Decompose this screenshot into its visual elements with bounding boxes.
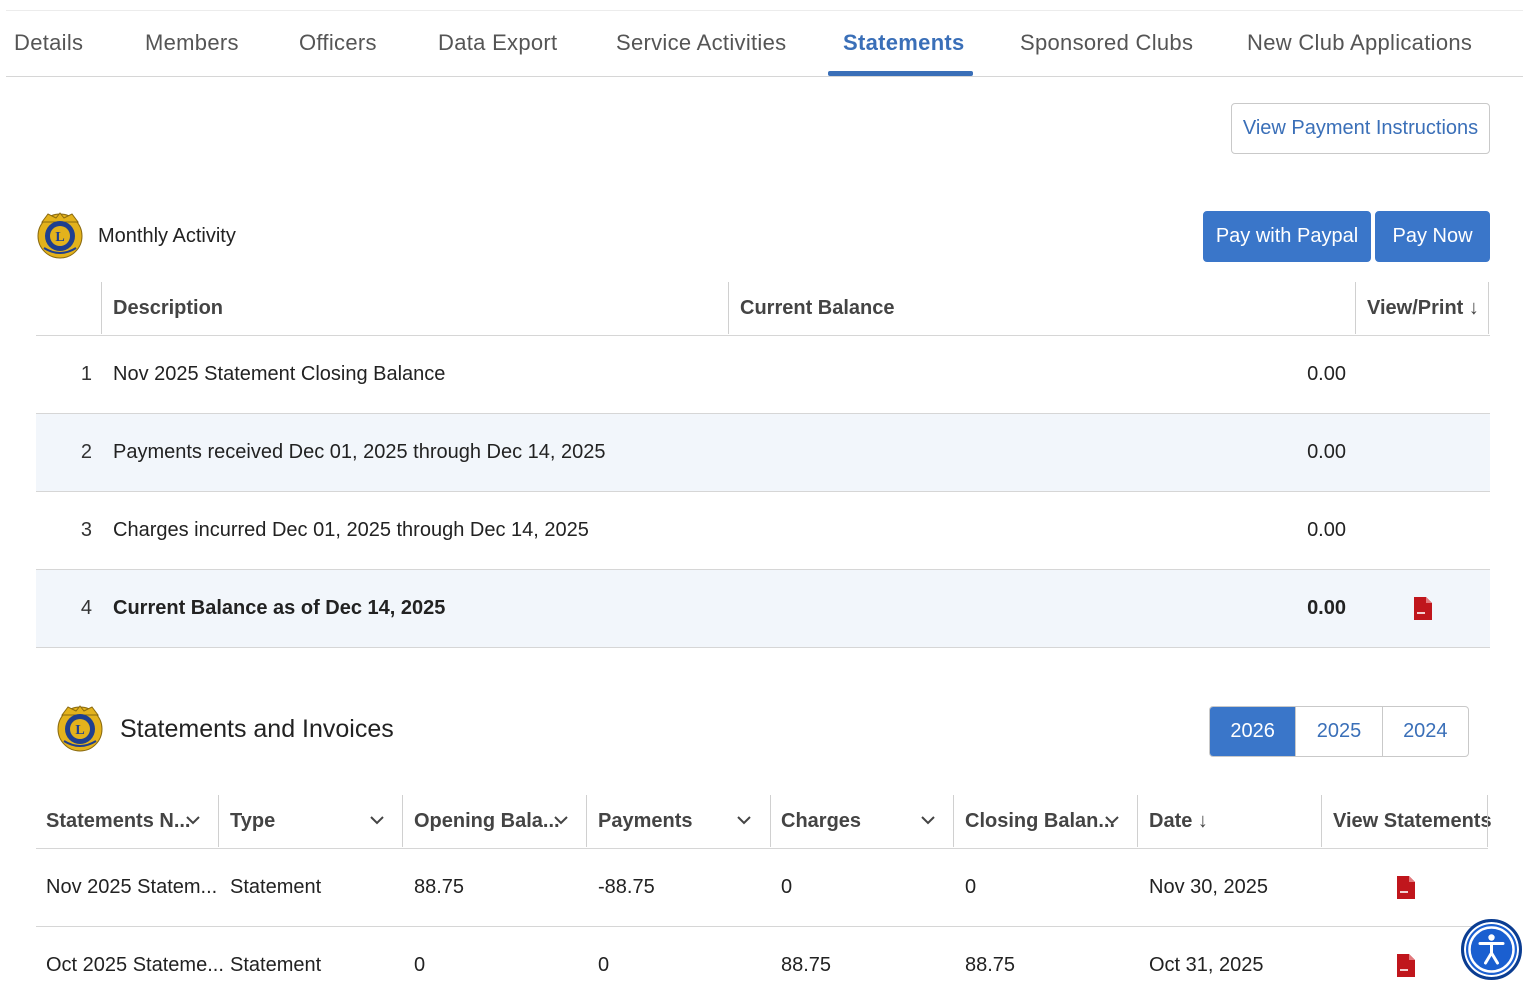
- cell-payments: 0: [598, 954, 610, 976]
- pdf-file-icon[interactable]: [1414, 597, 1432, 620]
- monthly-activity-table: Description Current Balance View/Print ↓…: [36, 282, 1490, 648]
- tab-officers[interactable]: Officers: [299, 11, 377, 77]
- cell-payments: -88.75: [598, 876, 655, 898]
- pay-with-paypal-button[interactable]: Pay with Paypal: [1203, 211, 1371, 262]
- column-divider: [770, 795, 771, 847]
- column-header-view-print[interactable]: View/Print ↓: [1367, 282, 1479, 334]
- column-divider: [101, 282, 102, 334]
- row-description: Nov 2025 Statement Closing Balance: [113, 363, 446, 385]
- row-number: 1: [80, 363, 92, 385]
- tab-statements[interactable]: Statements: [843, 11, 965, 77]
- cell-charges: 88.75: [781, 954, 832, 976]
- chevron-down-icon[interactable]: [370, 813, 384, 827]
- chevron-down-icon[interactable]: [737, 813, 751, 827]
- column-header-description[interactable]: Description: [113, 282, 223, 334]
- column-divider: [218, 795, 219, 847]
- pay-now-button[interactable]: Pay Now: [1375, 211, 1490, 262]
- table-row: 2 Payments received Dec 01, 2025 through…: [36, 414, 1490, 492]
- row-balance: 0.00: [1307, 441, 1346, 463]
- tab-service-activities[interactable]: Service Activities: [616, 11, 786, 77]
- column-divider: [402, 795, 403, 847]
- lions-logo-icon: [56, 703, 104, 755]
- cell-opening-balance: 88.75: [414, 876, 465, 898]
- table-row: 4 Current Balance as of Dec 14, 2025 0.0…: [36, 570, 1490, 648]
- monthly-activity-header: Monthly Activity: [36, 210, 236, 262]
- row-number: 3: [80, 519, 92, 541]
- column-divider: [1137, 795, 1138, 847]
- chevron-down-icon[interactable]: [921, 813, 935, 827]
- table-row: 3 Charges incurred Dec 01, 2025 through …: [36, 492, 1490, 570]
- column-divider: [1487, 795, 1488, 847]
- table-header: Description Current Balance View/Print ↓: [36, 282, 1490, 336]
- column-header-date[interactable]: Date ↓: [1149, 795, 1208, 847]
- column-header-current-balance[interactable]: Current Balance: [740, 282, 895, 334]
- table-row: Oct 2025 Stateme... Statement 0 0 88.75 …: [36, 927, 1488, 985]
- cell-statement-name: Nov 2025 Statem...: [46, 876, 218, 898]
- statements-invoices-title: Statements and Invoices: [120, 714, 394, 743]
- year-button-2026[interactable]: 2026: [1210, 707, 1296, 756]
- column-divider: [953, 795, 954, 847]
- cell-statement-name: Oct 2025 Stateme...: [46, 954, 224, 976]
- cell-closing-balance: 0: [965, 876, 977, 898]
- table-row: Nov 2025 Statem... Statement 88.75 -88.7…: [36, 849, 1488, 927]
- chevron-down-icon[interactable]: [186, 813, 200, 827]
- accessibility-button[interactable]: [1461, 919, 1522, 980]
- tab-new-club-applications[interactable]: New Club Applications: [1247, 11, 1472, 77]
- cell-closing-balance: 88.75: [965, 954, 1016, 976]
- row-balance: 0.00: [1307, 519, 1346, 541]
- column-divider: [1488, 282, 1489, 334]
- row-description: Charges incurred Dec 01, 2025 through De…: [113, 519, 589, 541]
- accessibility-icon: [1468, 926, 1515, 973]
- active-tab-indicator: [828, 71, 973, 76]
- tab-data-export[interactable]: Data Export: [438, 11, 557, 77]
- column-divider: [728, 282, 729, 334]
- column-divider: [1355, 282, 1356, 334]
- cell-type: Statement: [230, 954, 322, 976]
- table-header: Statements N... Type Opening Bala... Pay…: [36, 795, 1492, 849]
- column-header-view-statements[interactable]: View Statements: [1333, 795, 1492, 847]
- statements-invoices-header: Statements and Invoices: [56, 703, 394, 755]
- chevron-down-icon[interactable]: [554, 813, 568, 827]
- cell-date: Nov 30, 2025: [1149, 876, 1268, 898]
- column-header-type[interactable]: Type: [230, 795, 275, 847]
- year-toggle: 2026 2025 2024: [1209, 706, 1469, 757]
- pdf-file-icon[interactable]: [1397, 954, 1415, 977]
- row-balance: 0.00: [1307, 363, 1346, 385]
- tab-sponsored-clubs[interactable]: Sponsored Clubs: [1020, 11, 1193, 77]
- row-number: 2: [80, 441, 92, 463]
- row-balance: 0.00: [1307, 597, 1346, 619]
- column-header-payments[interactable]: Payments: [598, 795, 693, 847]
- column-header-closing-balance[interactable]: Closing Balan...: [965, 795, 1115, 847]
- year-button-2025[interactable]: 2025: [1295, 707, 1381, 756]
- chevron-down-icon[interactable]: [1105, 813, 1119, 827]
- cell-type: Statement: [230, 876, 322, 898]
- statements-table: Statements N... Type Opening Bala... Pay…: [36, 795, 1492, 985]
- column-divider: [586, 795, 587, 847]
- column-header-statement-name[interactable]: Statements N...: [46, 795, 190, 847]
- row-number: 4: [80, 597, 92, 619]
- tab-details[interactable]: Details: [14, 11, 83, 77]
- pdf-file-icon[interactable]: [1397, 876, 1415, 899]
- column-header-charges[interactable]: Charges: [781, 795, 861, 847]
- cell-charges: 0: [781, 876, 793, 898]
- cell-opening-balance: 0: [414, 954, 426, 976]
- column-divider: [1321, 795, 1322, 847]
- monthly-activity-title: Monthly Activity: [98, 224, 236, 247]
- tab-bar: Details Members Officers Data Export Ser…: [6, 10, 1523, 77]
- tab-members[interactable]: Members: [145, 11, 239, 77]
- view-payment-instructions-button[interactable]: View Payment Instructions: [1231, 103, 1490, 154]
- lions-logo-icon: [36, 210, 84, 262]
- table-row: 1 Nov 2025 Statement Closing Balance 0.0…: [36, 336, 1490, 414]
- row-description: Current Balance as of Dec 14, 2025: [113, 597, 446, 619]
- column-header-opening-balance[interactable]: Opening Bala...: [414, 795, 560, 847]
- cell-date: Oct 31, 2025: [1149, 954, 1264, 976]
- year-button-2024[interactable]: 2024: [1381, 707, 1468, 756]
- row-description: Payments received Dec 01, 2025 through D…: [113, 441, 606, 463]
